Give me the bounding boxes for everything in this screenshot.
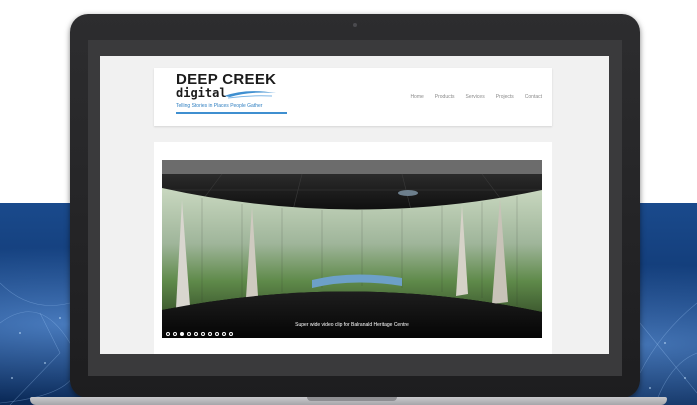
swoosh-icon	[224, 91, 276, 99]
slider-pagination	[166, 332, 236, 336]
site-logo[interactable]: DEEP CREEK digital Telling Stories in Pl…	[166, 70, 287, 118]
site-header: DEEP CREEK digital Telling Stories in Pl…	[154, 68, 552, 126]
logo-divider	[176, 112, 287, 114]
laptop-bezel: DEEP CREEK digital Telling Stories in Pl…	[70, 14, 640, 398]
slider-dot[interactable]	[229, 332, 233, 336]
slider-dot[interactable]	[194, 332, 198, 336]
slider-dot[interactable]	[222, 332, 226, 336]
nav-item-products[interactable]: Products	[435, 94, 455, 100]
slide-image-curved-video-wall	[162, 173, 542, 338]
website-page: DEEP CREEK digital Telling Stories in Pl…	[100, 56, 609, 354]
slider-dot[interactable]	[173, 332, 177, 336]
slider-dot[interactable]	[166, 332, 170, 336]
nav-item-services[interactable]: Services	[466, 94, 485, 100]
laptop-hinge-notch	[307, 397, 397, 401]
slider-dot[interactable]	[208, 332, 212, 336]
content-panel: Super wide video clip for Balranald Heri…	[154, 142, 552, 354]
slide-caption: Super wide video clip for Balranald Heri…	[295, 322, 409, 328]
nav-item-contact[interactable]: Contact	[525, 94, 542, 100]
logo-tagline: Telling Stories in Places People Gather	[176, 103, 263, 109]
nav-item-projects[interactable]: Projects	[496, 94, 514, 100]
slider-dot-active[interactable]	[180, 332, 184, 336]
main-nav: Home Products Services Projects Contact	[399, 94, 542, 100]
nav-item-home[interactable]: Home	[410, 94, 423, 100]
slider-dot[interactable]	[187, 332, 191, 336]
laptop-mockup-scene: DEEP CREEK digital Telling Stories in Pl…	[0, 0, 697, 405]
slider-dot[interactable]	[215, 332, 219, 336]
image-slider[interactable]: Super wide video clip for Balranald Heri…	[162, 160, 542, 338]
laptop-screen: DEEP CREEK digital Telling Stories in Pl…	[88, 40, 622, 376]
slider-dot[interactable]	[201, 332, 205, 336]
webcam-dot	[353, 23, 357, 27]
logo-subtitle: digital	[176, 86, 227, 100]
